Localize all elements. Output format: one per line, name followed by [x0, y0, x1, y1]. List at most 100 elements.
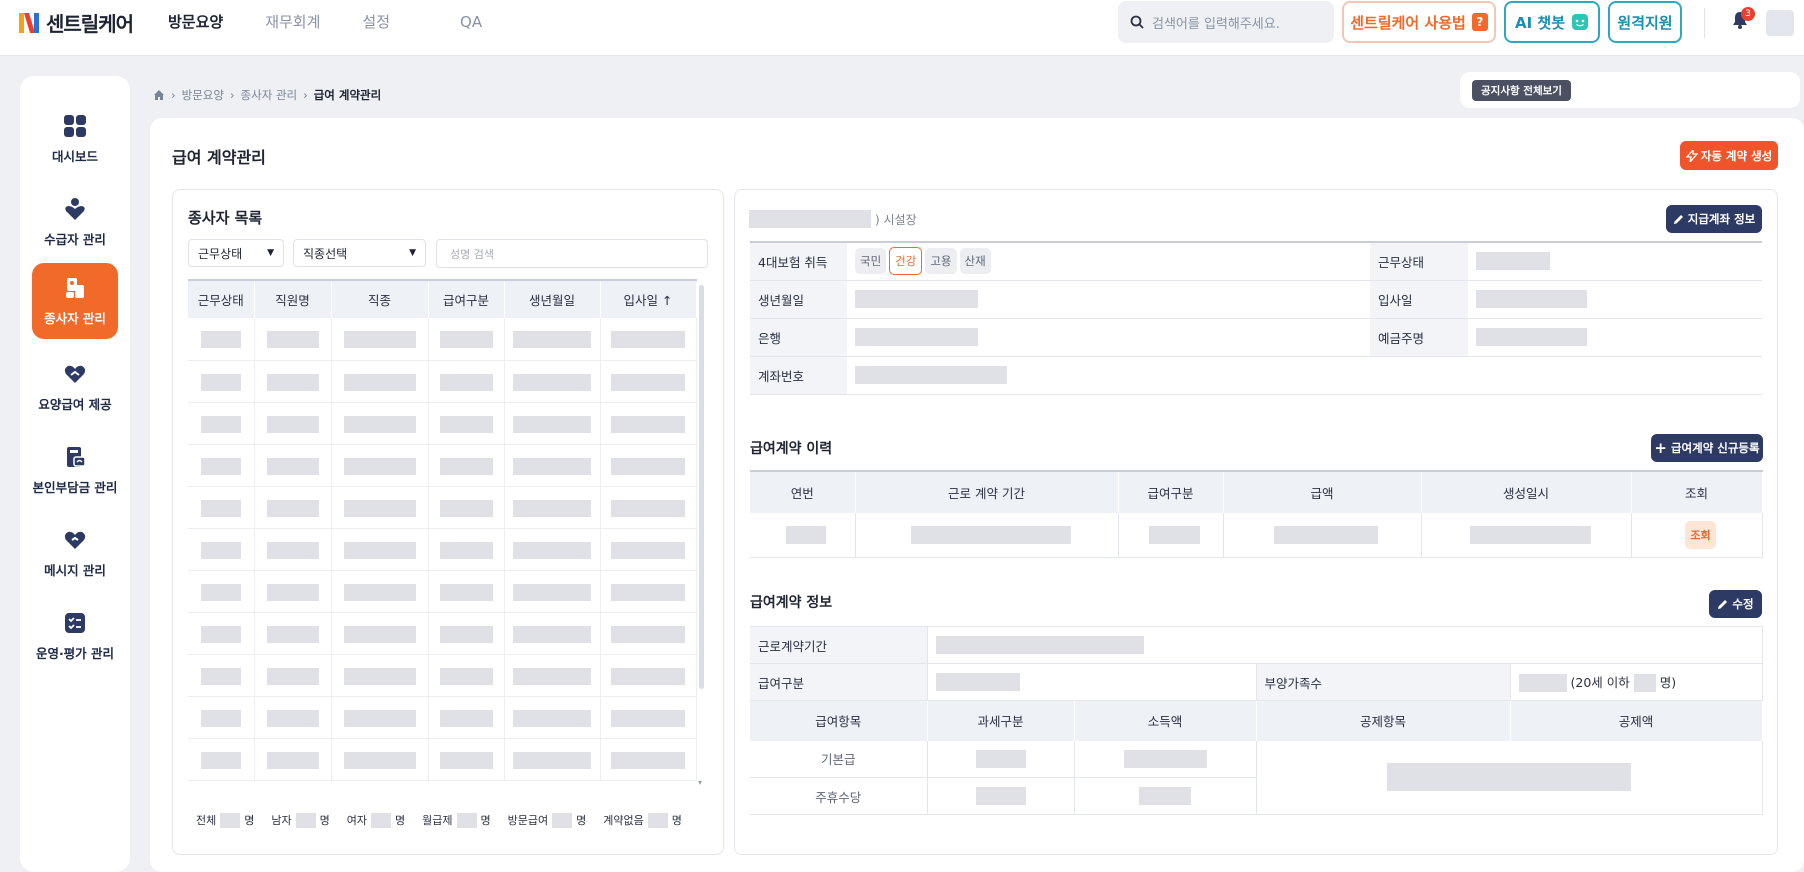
page-title: 급여 계약관리: [172, 148, 266, 167]
table-cell: [600, 696, 697, 739]
sidebar-item-messages[interactable]: 메시지 관리: [32, 514, 118, 592]
sidebar-item-copay[interactable]: 본인부담금 관리: [32, 431, 118, 509]
ai-chatbot-label: AI 챗봇: [1514, 13, 1565, 32]
col-created: 생성일시: [1421, 471, 1632, 513]
table-row[interactable]: [188, 318, 697, 361]
table-cell: [254, 360, 332, 403]
table-row[interactable]: [188, 444, 697, 487]
contract-items-header: 급여항목 과세구분 소득액 공제항목 공제액: [750, 700, 1763, 741]
scroll-down-icon[interactable]: ▾: [698, 778, 702, 787]
table-cell: [331, 612, 429, 655]
nav-settings[interactable]: 설정: [362, 12, 390, 32]
table-row[interactable]: [188, 486, 697, 529]
copay-icon: [67, 446, 86, 467]
table-row[interactable]: [188, 570, 697, 613]
staff-table-header: 근무상태 직원명 직종 급여구분 생년월일 입사일 ↑: [188, 279, 697, 318]
job-type-select[interactable]: 직종선택 ▼: [293, 239, 426, 267]
sidebar-item-dashboard[interactable]: 대시보드: [32, 100, 118, 178]
under20-suffix: 명): [1659, 674, 1677, 690]
guide-button[interactable]: 센트릴케어 사용법 ?: [1342, 1, 1496, 43]
table-cell: [254, 318, 332, 361]
table-row[interactable]: [188, 738, 697, 781]
table-row[interactable]: [188, 402, 697, 445]
insurance-health[interactable]: 건강: [889, 247, 923, 276]
table-row[interactable]: [188, 612, 697, 655]
col-deduction-amount: 공제액: [1510, 700, 1763, 741]
col-view: 조회: [1631, 471, 1763, 513]
staff-list-scrollbar[interactable]: [699, 285, 704, 689]
table-row[interactable]: [188, 360, 697, 403]
payment-account-label: 지급계좌 정보: [1687, 212, 1756, 226]
pay-item-basic: 기본급: [750, 740, 928, 778]
work-status-select[interactable]: 근무상태 ▼: [188, 239, 284, 267]
sidebar-item-evaluation[interactable]: 운영·평가 관리: [32, 597, 118, 675]
name-search-input[interactable]: 성명 검색: [436, 239, 708, 268]
sidebar-item-staff[interactable]: 종사자 관리: [32, 263, 118, 339]
home-icon[interactable]: [153, 89, 165, 101]
auto-contract-button[interactable]: 자동 계약 생성: [1680, 141, 1778, 170]
insurance-employment[interactable]: 고용: [925, 248, 957, 275]
account-number-value: [847, 356, 1762, 395]
sidebar-item-recipients[interactable]: 수급자 관리: [32, 183, 118, 261]
edit-button[interactable]: 수정: [1709, 590, 1762, 618]
table-cell: [504, 318, 601, 361]
new-contract-label: 급여계약 신규등록: [1670, 441, 1760, 455]
nav-qa[interactable]: QA: [460, 12, 482, 32]
insurance-chips: 국민 건강 고용 산재: [847, 242, 1370, 281]
table-row[interactable]: [188, 528, 697, 571]
income-value: [1074, 740, 1257, 778]
birth-value: [847, 280, 1370, 319]
breadcrumb-visit-care[interactable]: 방문요양: [182, 87, 224, 103]
table-cell: [504, 654, 601, 697]
insurance-national-pension[interactable]: 국민: [855, 248, 887, 275]
table-cell: [188, 654, 255, 697]
app-logo[interactable]: 센트릴케어: [18, 8, 134, 37]
table-cell: [428, 528, 505, 571]
sidebar-item-care-benefit[interactable]: 요양급여 제공: [32, 348, 118, 426]
insurance-accident[interactable]: 산재: [959, 248, 991, 275]
stat-value: [456, 812, 477, 828]
payment-account-button[interactable]: 지급계좌 정보: [1666, 205, 1762, 233]
nav-visit-care[interactable]: 방문요양: [168, 12, 223, 32]
remote-support-button[interactable]: 원격지원: [1608, 1, 1682, 43]
table-cell: [600, 486, 697, 529]
history-created: [1421, 513, 1632, 558]
ai-chatbot-button[interactable]: AI 챗봇: [1504, 1, 1600, 43]
history-amount: [1223, 513, 1422, 558]
holder-value: [1468, 318, 1762, 357]
col-pay-type[interactable]: 급여구분: [428, 279, 505, 318]
notice-all-button[interactable]: 공지사항 전체보기: [1472, 80, 1571, 101]
search-input[interactable]: 검색어를 입력해주세요.: [1118, 1, 1334, 43]
dependents-label: 부양가족수: [1256, 663, 1511, 701]
search-icon: [1130, 15, 1144, 29]
stat-total: 전체 명: [196, 812, 254, 828]
col-join-date[interactable]: 입사일 ↑: [600, 279, 697, 318]
contract-history-title: 급여계약 이력: [750, 441, 833, 457]
table-row[interactable]: [188, 696, 697, 739]
tax-type-value: [927, 740, 1075, 778]
edit-label: 수정: [1732, 597, 1754, 611]
breadcrumb-separator: ›: [229, 88, 235, 102]
breadcrumb-separator: ›: [171, 88, 176, 102]
stat-value: [647, 812, 668, 828]
view-button[interactable]: 조회: [1685, 520, 1716, 549]
staff-info-table: 4대보험 취득 국민 건강 고용 산재 근무상태 생년월일 입사일 은행 예금주명 계…: [750, 241, 1762, 395]
col-birth-date[interactable]: 생년월일: [504, 279, 601, 318]
breadcrumb-staff[interactable]: 종사자 관리: [241, 87, 298, 103]
stat-unit: 명: [395, 814, 406, 827]
plus-icon: +: [1654, 438, 1667, 457]
col-job-type[interactable]: 직종: [331, 279, 429, 318]
col-staff-name[interactable]: 직원명: [254, 279, 332, 318]
col-work-status[interactable]: 근무상태: [188, 279, 255, 318]
logo-mark-icon: [19, 12, 39, 33]
message-icon: [64, 531, 86, 549]
table-cell: [331, 528, 429, 571]
new-contract-button[interactable]: + 급여계약 신규등록: [1651, 434, 1763, 462]
avatar[interactable]: [1766, 10, 1794, 36]
deduction-value: [1256, 740, 1763, 815]
staff-list-title: 종사자 목록: [188, 209, 263, 227]
under20-prefix: (20세 이하: [1570, 674, 1630, 690]
table-row: 기본급: [750, 740, 1763, 815]
nav-finance[interactable]: 재무회계: [265, 12, 320, 32]
table-row[interactable]: [188, 654, 697, 697]
